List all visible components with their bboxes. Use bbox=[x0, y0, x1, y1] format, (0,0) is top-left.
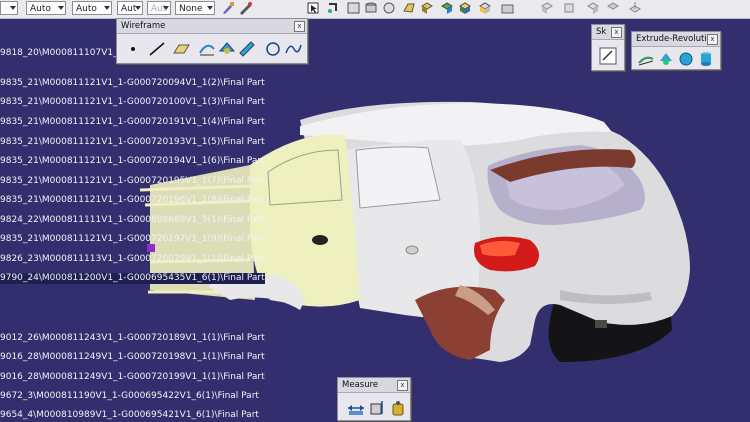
tree-item[interactable]: 9654_4\M000810989V1_1-G000695421V1_6(1)\… bbox=[0, 410, 259, 421]
close-icon[interactable]: x bbox=[707, 34, 718, 45]
line-icon[interactable] bbox=[147, 39, 167, 59]
circle-icon[interactable] bbox=[263, 39, 283, 59]
tree-item[interactable]: 9672_3\M000811190V1_1-G000695422V1_6(1)\… bbox=[0, 391, 259, 402]
tree-item[interactable]: 9016_28\M000811249V1_1-G000720199V1_1(1)… bbox=[0, 372, 265, 383]
point-icon[interactable] bbox=[123, 39, 143, 59]
tree-item[interactable]: 9835_21\M000811121V1_1-G000720197V1_1(9)… bbox=[0, 234, 265, 245]
measure-inertia-icon[interactable] bbox=[388, 398, 408, 418]
close-icon[interactable]: x bbox=[611, 27, 622, 38]
tree-item[interactable]: 9835_21\M000811121V1_1-G000720100V1_1(3)… bbox=[0, 97, 265, 108]
tree-item[interactable]: 9835_21\M000811121V1_1-G000720094V1_1(2)… bbox=[0, 78, 265, 89]
extrude-icon[interactable] bbox=[636, 49, 656, 69]
sketch-icon[interactable] bbox=[598, 46, 618, 66]
offset-icon[interactable] bbox=[237, 39, 257, 59]
sketcher-toolbar-title[interactable]: Sk x bbox=[592, 25, 624, 40]
tree-item[interactable]: 9835_21\M000811121V1_1-G000720194V1_1(6)… bbox=[0, 156, 265, 167]
plane-icon[interactable] bbox=[171, 39, 191, 59]
close-icon[interactable]: x bbox=[397, 380, 408, 391]
cylinder-icon[interactable] bbox=[696, 49, 716, 69]
wireframe-toolbar-title[interactable]: Wireframe x bbox=[117, 19, 307, 34]
projection-icon[interactable] bbox=[197, 39, 217, 59]
close-icon[interactable]: x bbox=[294, 21, 305, 32]
wireframe-toolbar: Wireframe x bbox=[116, 18, 308, 64]
tree-item[interactable]: 9826_23\M000811113V1_1-G000720079V1_1(1)… bbox=[0, 254, 265, 265]
extrude-revolution-toolbar: Extrude-Revolution x bbox=[631, 31, 721, 70]
tree-item[interactable]: 9835_21\M000811121V1_1-G000720191V1_1(4)… bbox=[0, 117, 265, 128]
tree-item[interactable]: 9835_21\M000811121V1_1-G000720195V1_1(7)… bbox=[0, 176, 265, 187]
tree-item[interactable]: 9012_26\M000811243V1_1-G000720189V1_1(1)… bbox=[0, 333, 265, 344]
extrude-toolbar-title[interactable]: Extrude-Revolution x bbox=[632, 32, 720, 47]
sketcher-toolbar: Sk x bbox=[591, 24, 625, 71]
tree-item-selected[interactable]: 9790_24\M000811200V1_1-G000695435V1_6(1)… bbox=[0, 273, 265, 284]
sphere-icon[interactable] bbox=[676, 49, 696, 69]
tree-item[interactable]: 9016_28\M000811249V1_1-G000720198V1_1(1)… bbox=[0, 352, 265, 363]
measure-toolbar: Measure x bbox=[337, 377, 411, 421]
tree-item[interactable]: 9835_21\M000811121V1_1-G000720196V1_1(8)… bbox=[0, 195, 265, 206]
tree-item[interactable]: 9824_22\M000811111V1_1-G000698689V1_5(1)… bbox=[0, 215, 265, 226]
tree-item[interactable]: 9835_21\M000811121V1_1-G000720193V1_1(5)… bbox=[0, 137, 265, 148]
intersection-icon[interactable] bbox=[217, 39, 237, 59]
revolve-icon[interactable] bbox=[656, 49, 676, 69]
measure-item-icon[interactable] bbox=[368, 398, 388, 418]
measure-between-icon[interactable] bbox=[346, 398, 366, 418]
spline-icon[interactable] bbox=[283, 39, 303, 59]
measure-toolbar-title[interactable]: Measure x bbox=[338, 378, 410, 393]
